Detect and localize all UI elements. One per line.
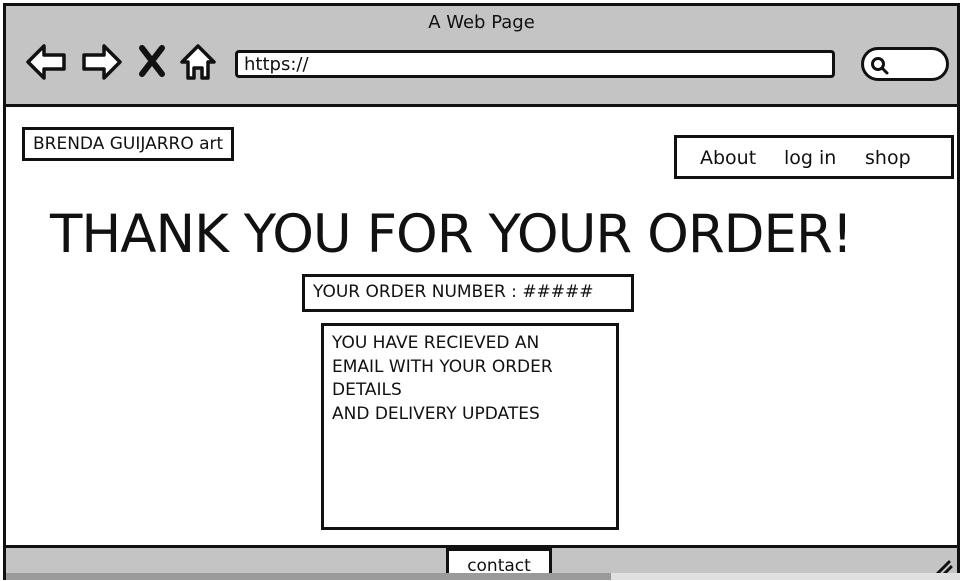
message-line: EMAIL WITH YOUR ORDER — [332, 356, 553, 377]
back-arrow-icon[interactable] — [24, 40, 68, 84]
close-x-icon[interactable] — [134, 40, 170, 84]
message-line: DETAILS — [332, 380, 402, 400]
nav-link-shop[interactable]: shop — [865, 147, 911, 169]
browser-chrome: A Web Page https:// — [3, 3, 960, 107]
brand-logo[interactable]: BRENDA GUIJARRO art — [22, 127, 235, 161]
search-icon — [871, 57, 889, 75]
message-line: YOU HAVE RECIEVED AN — [332, 333, 540, 353]
order-number: YOUR ORDER NUMBER : ##### — [302, 274, 634, 312]
nav-link-log-in[interactable]: log in — [784, 147, 836, 169]
page-content: BRENDA GUIJARRO art About log in shop TH… — [3, 107, 960, 545]
horizontal-scrollbar-thumb[interactable] — [6, 573, 611, 580]
main-nav: About log in shop — [674, 135, 954, 179]
page-title: THANK YOU FOR YOUR ORDER! — [50, 204, 853, 265]
forward-arrow-icon[interactable] — [80, 40, 124, 84]
order-message: YOU HAVE RECIEVED AN EMAIL WITH YOUR ORD… — [321, 323, 619, 530]
browser-window: A Web Page https:// BRENDA GUIJARRO art — [0, 0, 963, 580]
home-icon[interactable] — [176, 40, 220, 84]
message-line: AND DELIVERY UPDATES — [332, 403, 540, 424]
search-input[interactable] — [861, 47, 949, 81]
url-input[interactable]: https:// — [235, 50, 835, 78]
horizontal-scrollbar-track[interactable] — [611, 573, 960, 580]
nav-link-about[interactable]: About — [700, 147, 756, 169]
window-title: A Web Page — [428, 12, 535, 33]
